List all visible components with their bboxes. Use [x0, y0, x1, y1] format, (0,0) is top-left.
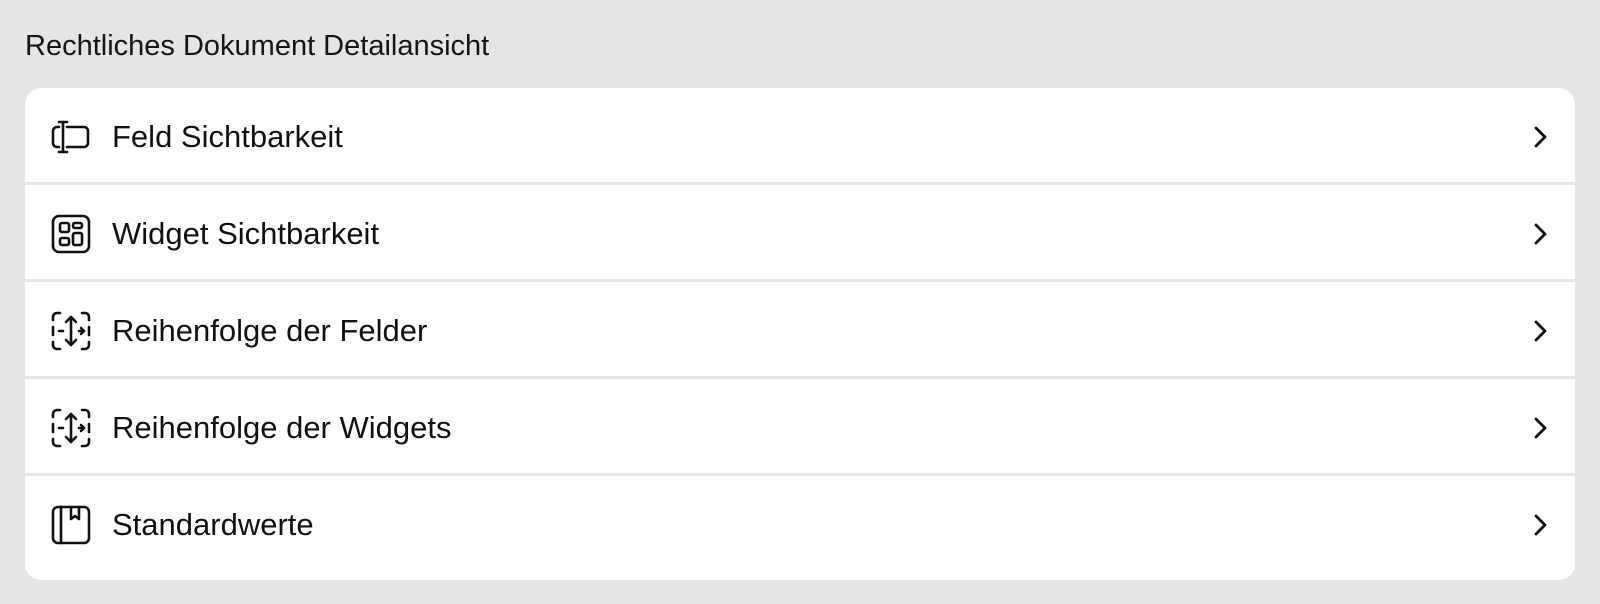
menu-item-label: Reihenfolge der Felder — [112, 313, 428, 348]
bookmark-book-icon — [51, 505, 91, 545]
reorder-arrows-icon — [51, 408, 91, 448]
widget-grid-icon — [51, 214, 91, 254]
menu-item-label: Standardwerte — [112, 507, 314, 542]
chevron-right-icon — [1529, 125, 1551, 149]
chevron-right-icon — [1529, 319, 1551, 343]
chevron-right-icon — [1529, 416, 1551, 440]
menu-item-reihenfolge-widgets[interactable]: Reihenfolge der Widgets — [25, 379, 1575, 476]
menu-item-label: Widget Sichtbarkeit — [112, 216, 380, 251]
reorder-arrows-icon — [51, 311, 91, 351]
section-title: Rechtliches Dokument Detailansicht — [25, 30, 490, 62]
menu-item-feld-sichtbarkeit[interactable]: Feld Sichtbarkeit — [25, 88, 1575, 185]
chevron-right-icon — [1529, 513, 1551, 537]
menu-item-reihenfolge-felder[interactable]: Reihenfolge der Felder — [25, 282, 1575, 379]
menu-item-label: Feld Sichtbarkeit — [112, 119, 343, 154]
menu-item-standardwerte[interactable]: Standardwerte — [25, 476, 1575, 573]
menu-item-widget-sichtbarkeit[interactable]: Widget Sichtbarkeit — [25, 185, 1575, 282]
text-field-cursor-icon — [51, 117, 91, 157]
settings-menu-card: Feld Sichtbarkeit Widget Sichtbarkeit Re… — [25, 88, 1575, 580]
chevron-right-icon — [1529, 222, 1551, 246]
menu-item-label: Reihenfolge der Widgets — [112, 410, 452, 445]
